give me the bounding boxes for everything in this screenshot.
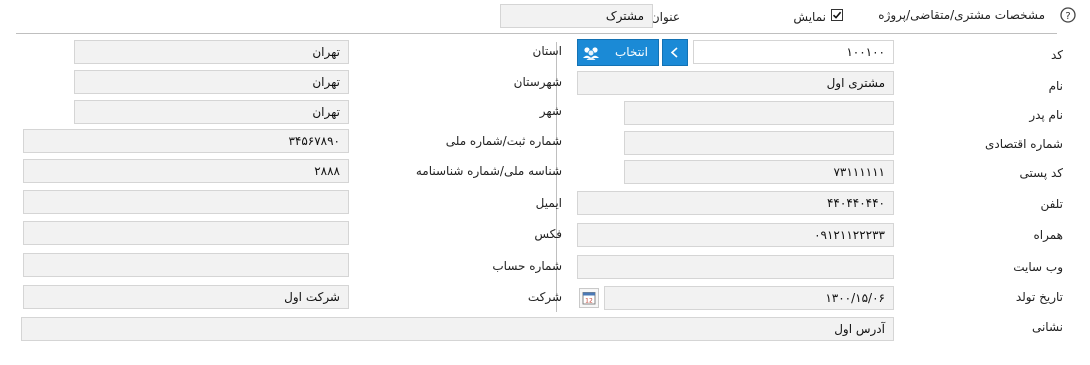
national-id-field[interactable]: ۲۸۸۸ [23, 159, 349, 183]
phone-field[interactable]: ۴۴۰۴۴۰۴۴۰ [577, 191, 894, 215]
province-label: استان [532, 44, 562, 58]
father-name-label: نام پدر [1029, 108, 1063, 122]
section-title: مشخصات مشتری/متقاضی/پروژه [878, 8, 1045, 22]
postal-code-field[interactable]: ۷۳۱۱۱۱۱۱ [624, 160, 894, 184]
show-label: نمایش [793, 10, 826, 24]
select-button-label: انتخاب [615, 45, 648, 59]
mobile-field[interactable]: ۰۹۱۲۱۱۲۲۲۳۳ [577, 223, 894, 247]
province-field[interactable]: تهران [74, 40, 349, 64]
header-divider [16, 33, 1057, 34]
select-button[interactable]: انتخاب [577, 39, 659, 66]
code-field[interactable]: ۱۰۰۱۰۰ [693, 40, 894, 64]
calendar-icon[interactable]: 12 [579, 288, 599, 308]
phone-label: تلفن [1040, 197, 1063, 211]
birth-date-field[interactable]: ۱۳۰۰/۱۵/۰۶ [604, 286, 894, 310]
account-number-label: شماره حساب [492, 259, 562, 273]
national-id-label: شناسه ملی/شماره شناسنامه [415, 164, 562, 178]
father-name-field[interactable] [624, 101, 894, 125]
fax-field[interactable] [23, 221, 349, 245]
registration-number-label: شماره ثبت/شماره ملی [445, 134, 562, 148]
county-field[interactable]: تهران [74, 70, 349, 94]
economic-number-field[interactable] [624, 131, 894, 155]
birth-date-label: تاریخ تولد [1015, 290, 1063, 304]
mobile-label: همراه [1033, 228, 1063, 242]
subject-field[interactable]: مشترک [500, 4, 653, 28]
company-field[interactable]: شرکت اول [23, 285, 349, 309]
city-label: شهر [539, 104, 562, 118]
back-button[interactable] [662, 39, 688, 66]
help-icon[interactable]: ? [1060, 7, 1076, 23]
name-field[interactable]: مشتری اول [577, 71, 894, 95]
fax-label: فکس [534, 227, 562, 241]
postal-code-label: کد پستی [1019, 166, 1064, 180]
svg-text:12: 12 [585, 297, 593, 304]
company-label: شرکت [527, 290, 562, 304]
arrow-icon [670, 47, 678, 58]
address-field[interactable]: آدرس اول [21, 317, 894, 341]
website-label: وب سایت [1013, 260, 1063, 274]
users-icon [583, 47, 599, 60]
show-checkbox[interactable] [831, 9, 843, 21]
registration-number-field[interactable]: ۳۴۵۶۷۸۹۰ [23, 129, 349, 153]
account-number-field[interactable] [23, 253, 349, 277]
economic-number-label: شماره اقتصادی [984, 137, 1063, 151]
name-label: نام [1048, 79, 1063, 93]
email-field[interactable] [23, 190, 349, 214]
website-field[interactable] [577, 255, 894, 279]
county-label: شهرستان [513, 75, 562, 89]
svg-text:?: ? [1065, 11, 1070, 22]
city-field[interactable]: تهران [74, 100, 349, 124]
code-label: کد [1050, 48, 1063, 62]
address-label: نشانی [1031, 320, 1063, 334]
subject-label: عنوان [650, 10, 680, 24]
email-label: ایمیل [535, 196, 562, 210]
